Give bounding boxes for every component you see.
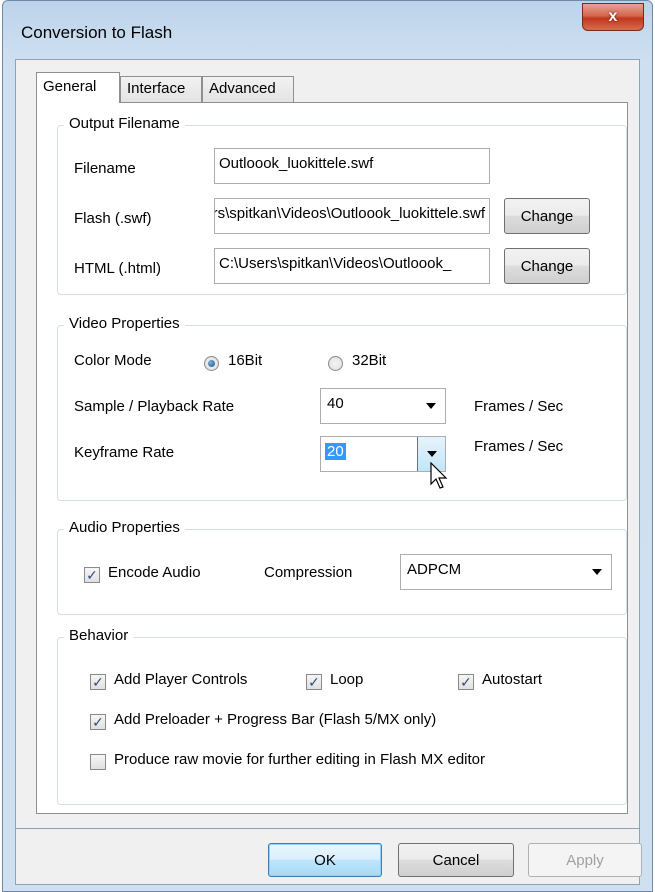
- radio-16bit[interactable]: [204, 356, 219, 371]
- loop-label: Loop: [330, 671, 364, 688]
- compression-value: ADPCM: [407, 561, 462, 578]
- sample-rate-value: 40: [327, 395, 344, 412]
- output-filename-group: Output Filename Filename Outloook_luokit…: [57, 115, 627, 295]
- html-change-button[interactable]: Change: [504, 248, 590, 284]
- preloader-label: Add Preloader + Progress Bar (Flash 5/MX…: [114, 711, 437, 728]
- encode-audio-checkbox[interactable]: ✓: [84, 567, 100, 583]
- html-input[interactable]: C:\Users\spitkan\Videos\Outloook_: [214, 248, 490, 284]
- apply-button[interactable]: Apply: [528, 843, 642, 877]
- color-mode-label: Color Mode: [74, 352, 152, 369]
- raw-movie-checkbox[interactable]: [90, 754, 106, 770]
- player-controls-label: Add Player Controls: [114, 671, 248, 688]
- autostart-checkbox[interactable]: ✓: [458, 674, 474, 690]
- filename-label: Filename: [74, 160, 136, 177]
- html-label: HTML (.html): [74, 260, 161, 277]
- window-title: Conversion to Flash: [21, 23, 173, 42]
- ok-button[interactable]: OK: [268, 843, 382, 877]
- chevron-down-icon[interactable]: [583, 555, 611, 589]
- dialog-window: Conversion to Flash x General Interface …: [2, 0, 653, 892]
- audio-properties-title: Audio Properties: [64, 519, 185, 536]
- encode-audio-label: Encode Audio: [108, 564, 201, 581]
- keyframe-rate-label: Keyframe Rate: [74, 444, 175, 461]
- video-properties-title: Video Properties: [64, 315, 185, 332]
- cancel-button[interactable]: Cancel: [398, 843, 514, 877]
- video-properties-group: Video Properties Color Mode 16Bit 32Bit …: [57, 315, 627, 501]
- raw-movie-label: Produce raw movie for further editing in…: [114, 751, 485, 768]
- sample-rate-label: Sample / Playback Rate: [74, 398, 235, 415]
- radio-32bit[interactable]: [328, 356, 343, 371]
- keyframe-rate-select[interactable]: 20: [320, 436, 446, 472]
- compression-label: Compression: [264, 564, 353, 581]
- general-tab-panel: Output Filename Filename Outloook_luokit…: [36, 102, 628, 814]
- flash-change-button[interactable]: Change: [504, 198, 590, 234]
- dialog-footer: OK Cancel Apply: [15, 829, 642, 885]
- radio-32bit-label: 32Bit: [352, 352, 387, 369]
- preloader-checkbox[interactable]: ✓: [90, 714, 106, 730]
- output-filename-title: Output Filename: [64, 115, 185, 132]
- radio-16bit-label: 16Bit: [228, 352, 263, 369]
- autostart-label: Autostart: [482, 671, 543, 688]
- filename-input[interactable]: Outloook_luokittele.swf: [214, 148, 490, 184]
- close-icon: x: [608, 8, 618, 25]
- flash-swf-input[interactable]: C:\Users\spitkan\Videos\Outloook_luokitt…: [214, 198, 490, 234]
- sample-rate-select[interactable]: 40: [320, 388, 446, 424]
- audio-properties-group: Audio Properties ✓ Encode Audio Compress…: [57, 519, 627, 615]
- tab-interface[interactable]: Interface: [120, 76, 202, 102]
- behavior-title: Behavior: [64, 627, 134, 644]
- tab-general[interactable]: General: [36, 72, 120, 103]
- flash-swf-label: Flash (.swf): [74, 210, 152, 227]
- player-controls-checkbox[interactable]: ✓: [90, 674, 106, 690]
- close-button[interactable]: x: [582, 3, 644, 31]
- title-bar[interactable]: Conversion to Flash x: [3, 1, 652, 59]
- keyframe-fps-label: Frames / Sec: [474, 438, 564, 455]
- sample-fps-label: Frames / Sec: [474, 398, 564, 415]
- mouse-cursor-icon: [430, 462, 448, 489]
- keyframe-rate-value: 20: [325, 443, 346, 460]
- tab-advanced[interactable]: Advanced: [202, 76, 294, 102]
- loop-checkbox[interactable]: ✓: [306, 674, 322, 690]
- chevron-down-icon[interactable]: [417, 389, 445, 423]
- compression-select[interactable]: ADPCM: [400, 554, 612, 590]
- behavior-group: Behavior ✓ Add Player Controls ✓ Loop ✓ …: [57, 627, 627, 805]
- dialog-body: General Interface Advanced Output Filena…: [15, 59, 640, 829]
- flash-swf-value: C:\Users\spitkan\Videos\Outloook_luokitt…: [215, 205, 485, 222]
